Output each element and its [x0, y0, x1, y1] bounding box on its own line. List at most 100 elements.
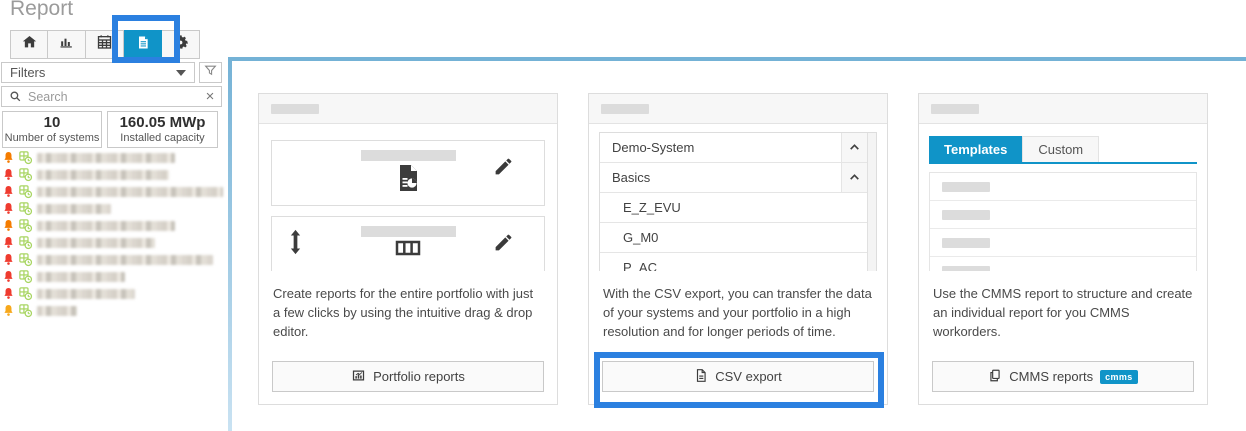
- parameter-label: G_M0: [623, 230, 658, 245]
- csv-parameter-row[interactable]: P_AC: [600, 253, 876, 271]
- stat-label: Number of systems: [5, 132, 100, 144]
- system-list-item[interactable]: [2, 302, 223, 319]
- system-list-item[interactable]: [2, 149, 223, 166]
- alarm-bell-icon: [2, 286, 15, 302]
- system-list-item[interactable]: [2, 285, 223, 302]
- button-label: CMMS reports: [1009, 369, 1093, 384]
- template-list-item[interactable]: [930, 173, 1196, 201]
- stat-value: 160.05 MWp: [120, 115, 206, 132]
- chart-frame-icon: [351, 368, 366, 386]
- template-list: [929, 172, 1197, 271]
- toolbar-button-report[interactable]: [124, 30, 162, 59]
- systems-parameter-list: Demo-SystemBasics E_Z_EVU G_M0 P_AC: [599, 132, 877, 271]
- system-list: [2, 149, 223, 319]
- placeholder-title-bar: [271, 104, 319, 114]
- placeholder-title-bar: [601, 104, 649, 114]
- redacted-system-name: [37, 153, 175, 163]
- csv-export-button[interactable]: CSV export: [602, 361, 874, 392]
- csv-parameter-row[interactable]: G_M0: [600, 223, 876, 253]
- search-box: ×: [1, 86, 222, 107]
- system-clock-icon: [18, 269, 33, 284]
- card-header: [919, 94, 1207, 124]
- toolbar: [10, 30, 200, 59]
- redacted-system-name: [37, 272, 125, 282]
- card-description: Create reports for the entire portfolio …: [259, 271, 557, 361]
- filters-label: Filters: [10, 65, 45, 80]
- alarm-bell-icon: [2, 235, 15, 251]
- search-input[interactable]: [28, 90, 199, 104]
- home-icon: [21, 34, 38, 55]
- stat-number-of-systems: 10 Number of systems: [2, 111, 102, 148]
- bar-chart-icon: [58, 34, 75, 55]
- placeholder-bar: [942, 266, 990, 272]
- report-page: Report Filters × 10: [0, 0, 1246, 431]
- chevron-up-icon[interactable]: [841, 133, 867, 162]
- filters-dropdown[interactable]: Filters: [1, 62, 195, 83]
- report-document-icon: [135, 34, 151, 56]
- cmms-badge: cmms: [1100, 370, 1138, 384]
- button-label: CSV export: [715, 369, 781, 384]
- toolbar-button-monitoring[interactable]: [86, 30, 124, 59]
- csv-export-card: Demo-SystemBasicsE_Z_EVUG_M0P_AC With th…: [588, 93, 888, 405]
- redacted-system-name: [37, 221, 175, 231]
- placeholder-bar: [942, 182, 990, 192]
- tab-custom[interactable]: Custom: [1022, 136, 1099, 162]
- template-list-item[interactable]: [930, 257, 1196, 271]
- system-list-item[interactable]: [2, 234, 223, 251]
- csv-parameter-row[interactable]: E_Z_EVU: [600, 193, 876, 223]
- parameter-label: E_Z_EVU: [623, 200, 681, 215]
- filter-funnel-button[interactable]: [199, 62, 222, 83]
- system-clock-icon: [18, 201, 33, 216]
- alarm-bell-icon: [2, 218, 15, 234]
- cmms-templates-preview: Templates Custom: [919, 124, 1207, 271]
- card-header: [589, 94, 887, 124]
- toolbar-button-home[interactable]: [10, 30, 48, 59]
- tab-templates[interactable]: Templates: [929, 136, 1022, 162]
- alarm-bell-icon: [2, 184, 15, 200]
- placeholder-bar: [942, 238, 990, 248]
- system-list-item[interactable]: [2, 200, 223, 217]
- toolbar-button-analysis[interactable]: [48, 30, 86, 59]
- placeholder-bar: [361, 150, 456, 161]
- system-list-item[interactable]: [2, 251, 223, 268]
- system-clock-icon: [18, 303, 33, 318]
- csv-group-row[interactable]: Demo-System: [600, 133, 876, 163]
- edit-pencil-icon[interactable]: [493, 232, 514, 258]
- stat-value: 10: [44, 115, 61, 132]
- system-list-item[interactable]: [2, 268, 223, 285]
- redacted-system-name: [37, 306, 77, 316]
- cmms-reports-card: Templates Custom Use the CMMS report to …: [918, 93, 1208, 405]
- system-list-item[interactable]: [2, 166, 223, 183]
- system-list-item[interactable]: [2, 217, 223, 234]
- chevron-up-icon[interactable]: [841, 163, 867, 192]
- search-icon: [2, 90, 28, 103]
- system-clock-icon: [18, 235, 33, 250]
- report-block-preview: [271, 216, 545, 271]
- system-list-item[interactable]: [2, 183, 223, 200]
- table-icon: [395, 240, 421, 261]
- report-cards: Create reports for the entire portfolio …: [258, 93, 1208, 405]
- system-clock-icon: [18, 286, 33, 301]
- clear-search-icon[interactable]: ×: [199, 88, 221, 105]
- edit-pencil-icon[interactable]: [493, 156, 514, 182]
- portfolio-reports-button[interactable]: Portfolio reports: [272, 361, 544, 392]
- template-list-item[interactable]: [930, 229, 1196, 257]
- template-list-item[interactable]: [930, 201, 1196, 229]
- alarm-bell-icon: [2, 269, 15, 285]
- portfolio-reports-card: Create reports for the entire portfolio …: [258, 93, 558, 405]
- system-clock-icon: [18, 218, 33, 233]
- button-label: Portfolio reports: [373, 369, 465, 384]
- cmms-reports-button[interactable]: CMMS reports cmms: [932, 361, 1194, 392]
- csv-group-row[interactable]: Basics: [600, 163, 876, 193]
- scrollbar[interactable]: [867, 133, 876, 271]
- page-title: Report: [10, 0, 73, 21]
- redacted-system-name: [37, 170, 169, 180]
- toolbar-button-settings[interactable]: [162, 30, 200, 59]
- copy-pages-icon: [988, 368, 1002, 386]
- alarm-bell-icon: [2, 167, 15, 183]
- cmms-tabs: Templates Custom: [929, 136, 1197, 164]
- main-panel-left-border: [228, 57, 232, 431]
- portfolio-stats: 10 Number of systems 160.05 MWp Installe…: [2, 111, 218, 148]
- calendar-table-icon: [96, 34, 113, 55]
- card-description: Use the CMMS report to structure and cre…: [919, 271, 1207, 361]
